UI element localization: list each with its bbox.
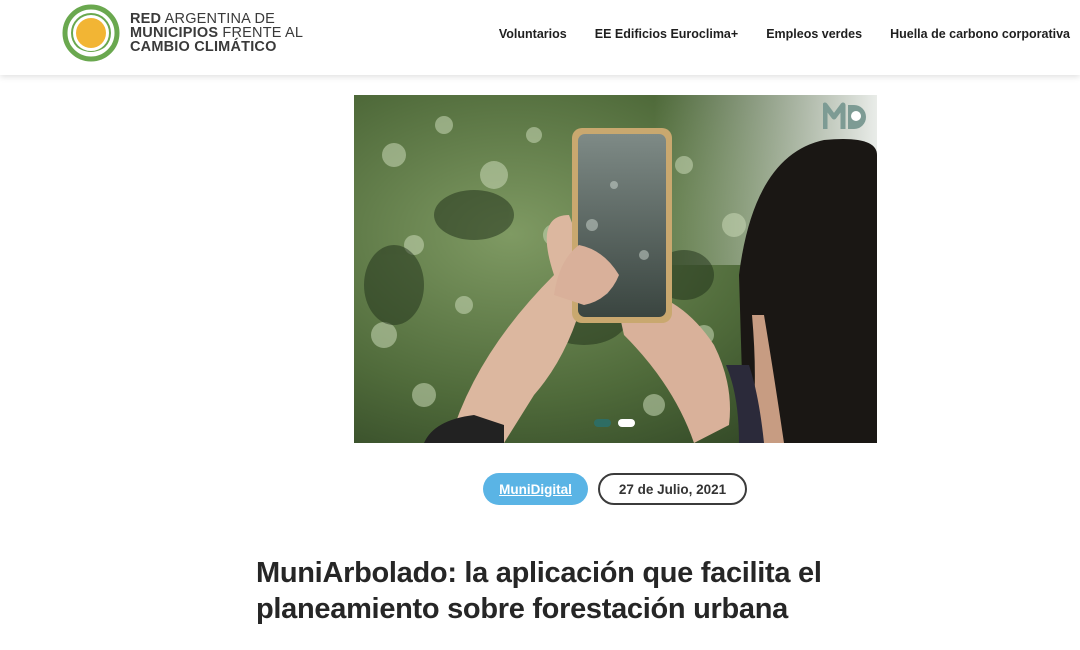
logo-text-cambio: CAMBIO CLIMÁTICO	[130, 39, 277, 55]
category-tag[interactable]: MuniDigital	[483, 473, 588, 505]
nav-item-voluntarios[interactable]: Voluntarios	[499, 27, 567, 41]
nav-item-empleos-verdes[interactable]: Empleos verdes	[766, 27, 862, 41]
article-meta: MuniDigital 27 de Julio, 2021	[0, 473, 1080, 505]
article-title: MuniArbolado: la aplicación que facilita…	[256, 555, 856, 627]
slider-dots	[594, 419, 635, 427]
hero-slider[interactable]	[354, 95, 877, 443]
hero-image	[354, 95, 877, 443]
nav-item-huella-carbono[interactable]: Huella de carbono corporativa	[890, 27, 1070, 41]
site-header: RED ARGENTINA DE MUNICIPIOS FRENTE AL CA…	[0, 0, 1080, 75]
date-badge: 27 de Julio, 2021	[598, 473, 747, 505]
article-title-line1: MuniArbolado: la aplicación que facilita…	[256, 557, 822, 589]
article-title-line2: planeamiento sobre forestación urbana	[256, 593, 788, 625]
nav-item-edificios-euroclima[interactable]: EE Edificios Euroclima+	[595, 27, 738, 41]
site-logo[interactable]: RED ARGENTINA DE MUNICIPIOS FRENTE AL CA…	[62, 4, 303, 62]
main-nav: Voluntarios EE Edificios Euroclima+ Empl…	[471, 0, 1070, 67]
slider-dot-2[interactable]	[618, 419, 635, 427]
logo-emblem-icon	[62, 4, 120, 62]
logo-wordmark: RED ARGENTINA DE MUNICIPIOS FRENTE AL CA…	[130, 12, 303, 55]
watermark-md-icon	[823, 102, 866, 129]
slider-dot-1[interactable]	[594, 419, 611, 427]
